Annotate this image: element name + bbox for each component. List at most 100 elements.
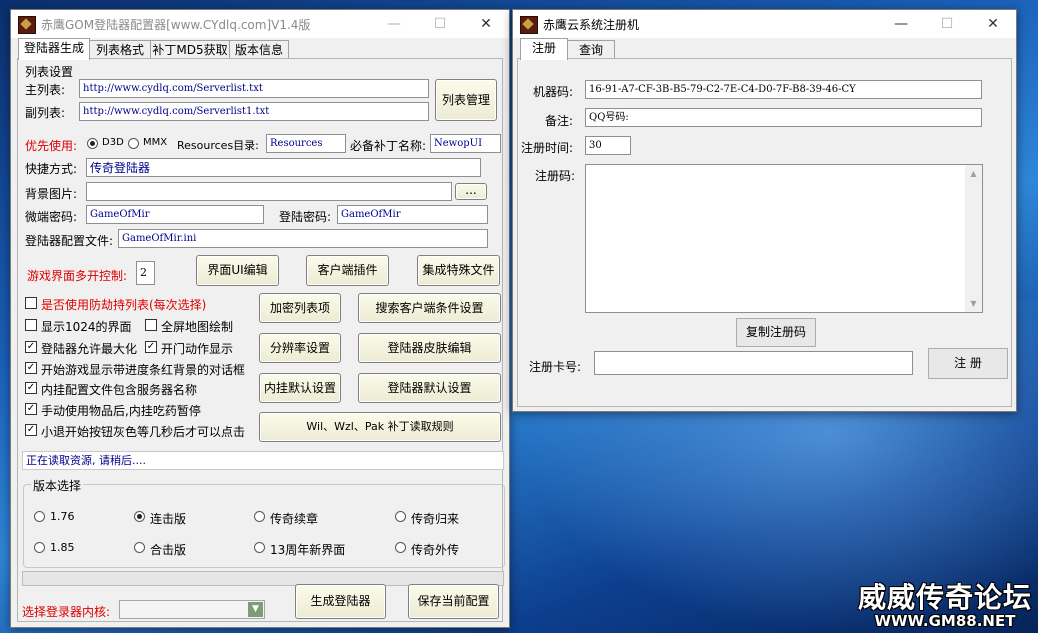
status-text: 正在读取资源, 请稍后.... bbox=[22, 451, 504, 470]
launcher-default-button[interactable]: 登陆器默认设置 bbox=[358, 373, 501, 403]
reg-time-input[interactable]: 30 bbox=[585, 136, 631, 155]
version-radio-1-76[interactable] bbox=[34, 511, 45, 522]
ui-edit-button[interactable]: 界面UI编辑 bbox=[196, 255, 279, 286]
config-file-input[interactable]: GameOfMir.ini bbox=[118, 229, 488, 248]
option-checkbox-8[interactable]: ✓ bbox=[25, 424, 37, 436]
machine-code-label: 机器码: bbox=[533, 85, 574, 99]
resources-input[interactable]: Resources bbox=[266, 134, 346, 153]
version-label-heji: 合击版 bbox=[150, 543, 187, 557]
register-title: 赤鹰云系统注册机 bbox=[543, 18, 640, 32]
version-label-xuzhang: 传奇续章 bbox=[270, 512, 319, 526]
version-radio-13th[interactable] bbox=[254, 542, 265, 553]
app-icon bbox=[18, 16, 36, 34]
tab-version-info[interactable]: 版本信息 bbox=[229, 40, 289, 60]
minimize-icon[interactable]: — bbox=[371, 10, 417, 38]
special-file-button[interactable]: 集成特殊文件 bbox=[417, 255, 500, 286]
main-list-input[interactable]: http://www.cydlq.com/Serverlist.txt bbox=[79, 79, 429, 98]
version-radio-guilai[interactable] bbox=[395, 511, 406, 522]
tab-list-format[interactable]: 列表格式 bbox=[89, 40, 151, 60]
close-icon[interactable]: ✕ bbox=[463, 10, 509, 38]
list-manage-button[interactable]: 列表管理 bbox=[435, 79, 497, 121]
login-password-label: 登陆密码: bbox=[279, 210, 332, 224]
option-checkbox-1[interactable] bbox=[25, 319, 37, 331]
d3d-label: D3D bbox=[102, 137, 124, 148]
version-label-lianji: 连击版 bbox=[150, 512, 187, 526]
app-icon bbox=[520, 16, 538, 34]
close-icon[interactable]: ✕ bbox=[970, 10, 1016, 38]
reg-code-label: 注册码: bbox=[535, 169, 576, 183]
maximize-icon[interactable]: ☐ bbox=[924, 10, 970, 38]
register-window: 赤鹰云系统注册机 — ☐ ✕ 注册 查询 机器码: 16-91-A7-CF-3B… bbox=[512, 9, 1017, 412]
option-label-0: 是否使用防劫持列表(每次选择) bbox=[41, 298, 207, 312]
sub-list-input[interactable]: http://www.cydlq.com/Serverlist1.txt bbox=[79, 102, 429, 121]
version-group-label: 版本选择 bbox=[31, 477, 84, 494]
kernel-select[interactable]: ▼ bbox=[119, 600, 265, 619]
option-checkbox-4[interactable]: ✓ bbox=[145, 341, 157, 353]
remark-label: 备注: bbox=[545, 114, 574, 128]
card-number-label: 注册卡号: bbox=[529, 360, 582, 374]
machine-code-input[interactable]: 16-91-A7-CF-3B-B5-79-C2-7E-C4-D0-7F-B8-3… bbox=[585, 80, 982, 99]
resources-label: Resources目录: bbox=[177, 139, 259, 152]
client-plugin-button[interactable]: 客户端插件 bbox=[306, 255, 389, 286]
search-client-button[interactable]: 搜索客户端条件设置 bbox=[358, 293, 501, 323]
encrypt-list-button[interactable]: 加密列表项 bbox=[259, 293, 341, 323]
reg-code-scrollbar[interactable]: ▲ ▼ bbox=[965, 165, 982, 312]
version-radio-heji[interactable] bbox=[134, 542, 145, 553]
plugin-default-button[interactable]: 内挂默认设置 bbox=[259, 373, 341, 403]
patch-name-input[interactable]: NewopUI bbox=[430, 134, 501, 153]
version-radio-xuzhang[interactable] bbox=[254, 511, 265, 522]
resolution-button[interactable]: 分辨率设置 bbox=[259, 333, 341, 363]
mmx-radio[interactable] bbox=[128, 138, 139, 149]
shortcut-input[interactable]: 传奇登陆器 bbox=[86, 158, 481, 177]
version-label-1-76: 1.76 bbox=[50, 510, 75, 523]
remark-input[interactable]: QQ号码: bbox=[585, 108, 982, 127]
multi-open-input[interactable]: 2 bbox=[136, 261, 155, 285]
option-checkbox-5[interactable]: ✓ bbox=[25, 362, 37, 374]
option-label-2: 全屏地图绘制 bbox=[161, 320, 234, 334]
reg-time-label: 注册时间: bbox=[521, 141, 574, 155]
configurator-titlebar: 赤鹰GOM登陆器配置器[www.CYdlq.com]V1.4版 — ☐ ✕ bbox=[11, 10, 509, 38]
bg-image-input[interactable] bbox=[86, 182, 452, 201]
tab-patch-md5[interactable]: 补丁MD5获取 bbox=[150, 40, 230, 60]
skin-edit-button[interactable]: 登陆器皮肤编辑 bbox=[358, 333, 501, 363]
save-config-button[interactable]: 保存当前配置 bbox=[408, 584, 499, 619]
register-button[interactable]: 注 册 bbox=[928, 348, 1008, 379]
tab-launcher-generate[interactable]: 登陆器生成 bbox=[18, 38, 90, 60]
option-label-8: 小退开始按钮灰色等几秒后才可以点击 bbox=[41, 425, 246, 439]
generate-button[interactable]: 生成登陆器 bbox=[295, 584, 386, 619]
micro-password-label: 微端密码: bbox=[25, 210, 78, 224]
tab-query[interactable]: 查询 bbox=[567, 40, 615, 60]
priority-label: 优先使用: bbox=[25, 139, 78, 153]
configurator-tabs: 登陆器生成 列表格式 补丁MD5获取 版本信息 bbox=[11, 38, 509, 60]
option-checkbox-0[interactable] bbox=[25, 297, 37, 309]
option-label-5: 开始游戏显示带进度条红背景的对话框 bbox=[41, 363, 246, 377]
browse-button[interactable]: ... bbox=[455, 183, 487, 200]
shortcut-label: 快捷方式: bbox=[25, 162, 78, 176]
scroll-up-icon[interactable]: ▲ bbox=[965, 165, 982, 182]
minimize-icon[interactable]: — bbox=[878, 10, 924, 38]
tab-register[interactable]: 注册 bbox=[520, 38, 568, 60]
copy-code-button[interactable]: 复制注册码 bbox=[736, 318, 816, 347]
version-radio-lianji[interactable] bbox=[134, 511, 145, 522]
scroll-down-icon[interactable]: ▼ bbox=[965, 295, 982, 312]
version-label-waizhuan: 传奇外传 bbox=[411, 543, 460, 557]
option-checkbox-3[interactable]: ✓ bbox=[25, 341, 37, 353]
micro-password-input[interactable]: GameOfMir bbox=[86, 205, 264, 224]
card-number-input[interactable] bbox=[594, 351, 913, 375]
version-label-guilai: 传奇归来 bbox=[411, 512, 460, 526]
mmx-label: MMX bbox=[143, 137, 168, 148]
config-file-label: 登陆器配置文件: bbox=[25, 234, 114, 248]
d3d-radio[interactable] bbox=[87, 138, 98, 149]
option-checkbox-7[interactable]: ✓ bbox=[25, 403, 37, 415]
version-radio-waizhuan[interactable] bbox=[395, 542, 406, 553]
reg-code-textarea[interactable] bbox=[585, 164, 983, 313]
version-radio-1-85[interactable] bbox=[34, 542, 45, 553]
patch-rule-button[interactable]: Wil、Wzl、Pak 补丁读取规则 bbox=[259, 412, 501, 442]
maximize-icon[interactable]: ☐ bbox=[417, 10, 463, 38]
register-titlebar: 赤鹰云系统注册机 — ☐ ✕ bbox=[513, 10, 1016, 38]
option-checkbox-6[interactable]: ✓ bbox=[25, 382, 37, 394]
option-checkbox-2[interactable] bbox=[145, 319, 157, 331]
forum-watermark: 威威传奇论坛 WWW.GM88.NET bbox=[858, 583, 1032, 630]
chevron-down-icon: ▼ bbox=[248, 602, 263, 617]
login-password-input[interactable]: GameOfMir bbox=[337, 205, 488, 224]
